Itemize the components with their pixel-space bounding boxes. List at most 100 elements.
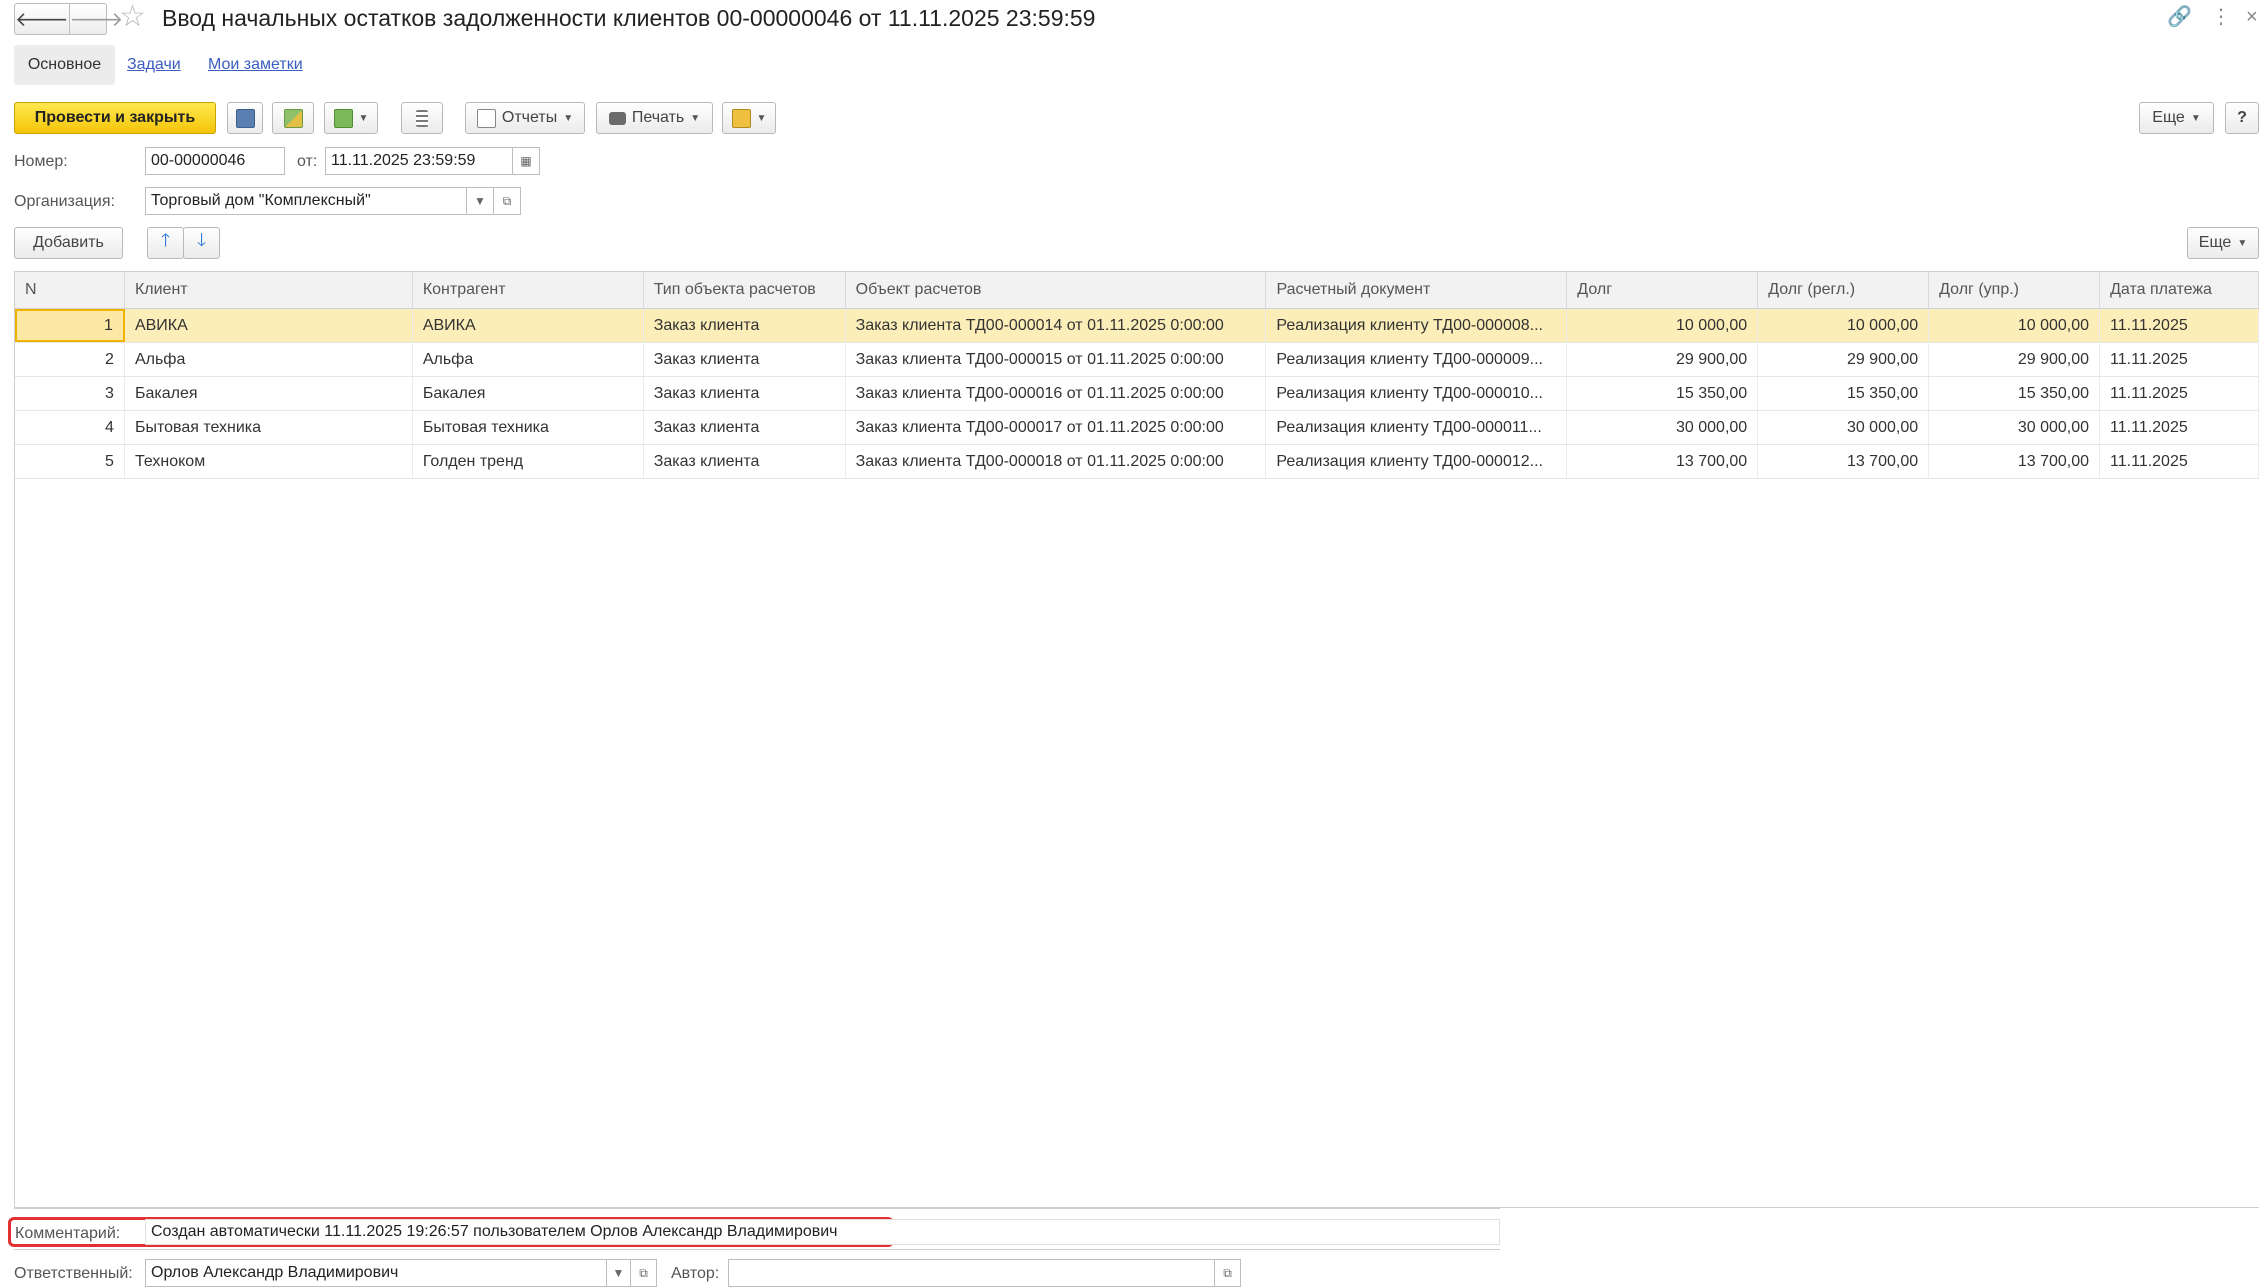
settlement-type-cell[interactable]: Заказ клиента bbox=[644, 309, 846, 342]
debt-cell[interactable]: 29 900,00 bbox=[1567, 343, 1759, 376]
debt-regl-cell[interactable]: 29 900,00 bbox=[1758, 343, 1930, 376]
column-header[interactable]: Клиент bbox=[125, 272, 413, 308]
payment-date-cell[interactable]: 11.11.2025 bbox=[2100, 377, 2259, 410]
table-row[interactable]: 5 Техноком Голден тренд Заказ клиента За… bbox=[15, 445, 2259, 479]
debt-regl-cell[interactable]: 30 000,00 bbox=[1758, 411, 1930, 444]
counterparty-cell[interactable]: Альфа bbox=[413, 343, 644, 376]
table-row[interactable]: 1 АВИКА АВИКА Заказ клиента Заказ клиент… bbox=[15, 309, 2259, 343]
settlement-document-cell[interactable]: Реализация клиенту ТД00-000012... bbox=[1266, 445, 1568, 478]
column-header[interactable]: N bbox=[15, 272, 125, 308]
settlement-type-cell[interactable]: Заказ клиента bbox=[644, 343, 846, 376]
favorite-star-icon[interactable]: ☆ bbox=[119, 2, 146, 32]
comment-field[interactable]: Создан автоматически 11.11.2025 19:26:57… bbox=[145, 1219, 1500, 1245]
help-button[interactable]: ? bbox=[2225, 102, 2259, 134]
open-icon[interactable]: ⧉ bbox=[493, 187, 521, 215]
counterparty-cell[interactable]: АВИКА bbox=[413, 309, 644, 342]
settlement-type-cell[interactable]: Заказ клиента bbox=[644, 445, 846, 478]
column-header[interactable]: Контрагент bbox=[413, 272, 644, 308]
settlement-document-cell[interactable]: Реализация клиенту ТД00-000011... bbox=[1266, 411, 1568, 444]
debt-mgmt-cell[interactable]: 10 000,00 bbox=[1929, 309, 2101, 342]
settlement-document-cell[interactable]: Реализация клиенту ТД00-000008... bbox=[1266, 309, 1568, 342]
row-number-cell[interactable]: 5 bbox=[15, 445, 125, 478]
debt-mgmt-cell[interactable]: 13 700,00 bbox=[1929, 445, 2101, 478]
attachments-button[interactable]: ▼ bbox=[722, 102, 776, 134]
date-field[interactable]: 11.11.2025 23:59:59 bbox=[325, 147, 513, 175]
settlement-object-cell[interactable]: Заказ клиента ТД00-000015 от 01.11.2025 … bbox=[846, 343, 1267, 376]
debt-cell[interactable]: 15 350,00 bbox=[1567, 377, 1759, 410]
table-row[interactable]: 3 Бакалея Бакалея Заказ клиента Заказ кл… bbox=[15, 377, 2259, 411]
settlement-object-cell[interactable]: Заказ клиента ТД00-000018 от 01.11.2025 … bbox=[846, 445, 1267, 478]
client-cell[interactable]: Альфа bbox=[125, 343, 413, 376]
print-button[interactable]: Печать ▼ bbox=[596, 102, 713, 134]
column-header[interactable]: Долг bbox=[1567, 272, 1759, 308]
save-button[interactable] bbox=[227, 102, 263, 134]
author-field[interactable] bbox=[728, 1259, 1215, 1287]
counterparty-cell[interactable]: Голден тренд bbox=[413, 445, 644, 478]
close-icon[interactable]: × bbox=[2246, 4, 2258, 30]
back-arrow-icon[interactable]: 🡐 bbox=[15, 4, 69, 34]
table-row[interactable]: 2 Альфа Альфа Заказ клиента Заказ клиент… bbox=[15, 343, 2259, 377]
tab-my-notes[interactable]: Мои заметки bbox=[208, 56, 303, 74]
add-row-button[interactable]: Добавить bbox=[14, 227, 123, 259]
debt-cell[interactable]: 13 700,00 bbox=[1567, 445, 1759, 478]
client-cell[interactable]: Техноком bbox=[125, 445, 413, 478]
post-and-close-button[interactable]: Провести и закрыть bbox=[14, 102, 216, 134]
number-field[interactable]: 00-00000046 bbox=[145, 147, 285, 175]
move-up-icon[interactable]: 🡑 bbox=[147, 227, 184, 259]
payment-date-cell[interactable]: 11.11.2025 bbox=[2100, 445, 2259, 478]
counterparty-cell[interactable]: Бытовая техника bbox=[413, 411, 644, 444]
forward-arrow-icon[interactable]: 🡒 bbox=[68, 4, 123, 34]
tab-main[interactable]: Основное bbox=[14, 45, 115, 85]
settlement-document-cell[interactable]: Реализация клиенту ТД00-000010... bbox=[1266, 377, 1568, 410]
calendar-icon[interactable]: ▦ bbox=[512, 147, 540, 175]
document-journal-button[interactable] bbox=[401, 102, 443, 134]
payment-date-cell[interactable]: 11.11.2025 bbox=[2100, 411, 2259, 444]
post-button[interactable] bbox=[272, 102, 314, 134]
open-icon[interactable]: ⧉ bbox=[630, 1259, 657, 1287]
debt-regl-cell[interactable]: 13 700,00 bbox=[1758, 445, 1930, 478]
debt-regl-cell[interactable]: 15 350,00 bbox=[1758, 377, 1930, 410]
debt-regl-cell[interactable]: 10 000,00 bbox=[1758, 309, 1930, 342]
more-button[interactable]: Еще ▼ bbox=[2139, 102, 2214, 134]
debt-cell[interactable]: 10 000,00 bbox=[1567, 309, 1759, 342]
settlement-type-cell[interactable]: Заказ клиента bbox=[644, 377, 846, 410]
settlement-document-cell[interactable]: Реализация клиенту ТД00-000009... bbox=[1266, 343, 1568, 376]
responsible-field[interactable]: Орлов Александр Владимирович bbox=[145, 1259, 607, 1287]
settlement-object-cell[interactable]: Заказ клиента ТД00-000017 от 01.11.2025 … bbox=[846, 411, 1267, 444]
column-header[interactable]: Расчетный документ bbox=[1266, 272, 1568, 308]
move-down-icon[interactable]: 🡓 bbox=[183, 227, 220, 259]
debt-cell[interactable]: 30 000,00 bbox=[1567, 411, 1759, 444]
row-number-cell[interactable]: 3 bbox=[15, 377, 125, 410]
kebab-menu-icon[interactable]: ⋮ bbox=[2211, 4, 2231, 30]
chevron-down-icon[interactable]: ▼ bbox=[606, 1259, 631, 1287]
settlement-type-cell[interactable]: Заказ клиента bbox=[644, 411, 846, 444]
column-header[interactable]: Дата платежа bbox=[2100, 272, 2259, 308]
debt-mgmt-cell[interactable]: 30 000,00 bbox=[1929, 411, 2101, 444]
create-based-on-button[interactable]: ▼ bbox=[324, 102, 378, 134]
chevron-down-icon[interactable]: ▼ bbox=[466, 187, 494, 215]
table-more-button[interactable]: Еще ▼ bbox=[2187, 227, 2259, 259]
payment-date-cell[interactable]: 11.11.2025 bbox=[2100, 343, 2259, 376]
counterparty-cell[interactable]: Бакалея bbox=[413, 377, 644, 410]
client-cell[interactable]: АВИКА bbox=[125, 309, 413, 342]
column-header[interactable]: Объект расчетов bbox=[846, 272, 1267, 308]
tab-tasks[interactable]: Задачи bbox=[127, 56, 181, 74]
column-header[interactable]: Долг (регл.) bbox=[1758, 272, 1930, 308]
link-icon[interactable]: 🔗 bbox=[2167, 4, 2192, 30]
column-header[interactable]: Тип объекта расчетов bbox=[644, 272, 846, 308]
row-number-cell[interactable]: 2 bbox=[15, 343, 125, 376]
debt-mgmt-cell[interactable]: 29 900,00 bbox=[1929, 343, 2101, 376]
row-number-cell[interactable]: 1 bbox=[15, 309, 125, 342]
row-number-cell[interactable]: 4 bbox=[15, 411, 125, 444]
debt-mgmt-cell[interactable]: 15 350,00 bbox=[1929, 377, 2101, 410]
settlement-object-cell[interactable]: Заказ клиента ТД00-000014 от 01.11.2025 … bbox=[846, 309, 1267, 342]
reports-button[interactable]: Отчеты ▼ bbox=[465, 102, 585, 134]
organization-field[interactable]: Торговый дом "Комплексный" bbox=[145, 187, 467, 215]
client-cell[interactable]: Бытовая техника bbox=[125, 411, 413, 444]
table-row[interactable]: 4 Бытовая техника Бытовая техника Заказ … bbox=[15, 411, 2259, 445]
client-cell[interactable]: Бакалея bbox=[125, 377, 413, 410]
payment-date-cell[interactable]: 11.11.2025 bbox=[2100, 309, 2259, 342]
column-header[interactable]: Долг (упр.) bbox=[1929, 272, 2101, 308]
settlement-object-cell[interactable]: Заказ клиента ТД00-000016 от 01.11.2025 … bbox=[846, 377, 1267, 410]
open-icon[interactable]: ⧉ bbox=[1214, 1259, 1241, 1287]
